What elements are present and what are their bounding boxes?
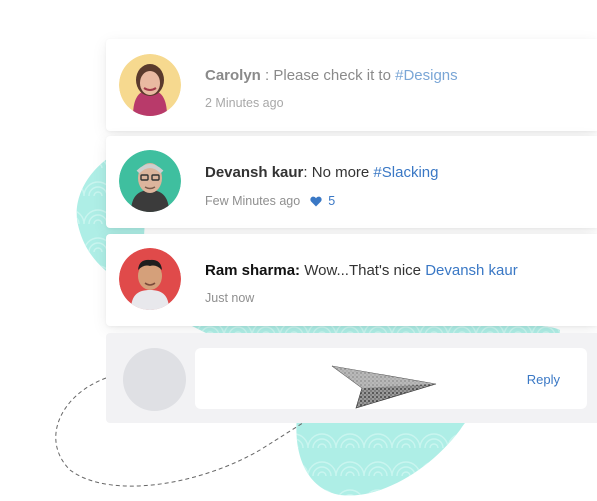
comment-text: Wow...That's nice [304, 262, 426, 279]
comment-timestamp: 2 Minutes ago [205, 96, 284, 110]
comment-card: Carolyn : Please check it to #Designs 2 … [106, 39, 597, 131]
heart-icon [310, 196, 322, 206]
mention-link[interactable]: Devansh kaur [425, 262, 518, 279]
comment-separator: : [303, 164, 312, 181]
hashtag-link[interactable]: #Slacking [373, 164, 438, 181]
comment-timestamp: Just now [205, 291, 255, 305]
reply-input[interactable]: Reply [195, 348, 587, 409]
reply-composer: Reply [106, 333, 597, 423]
comment-card: Ram sharma: Wow...That's nice Devansh ka… [106, 234, 597, 326]
avatar-placeholder [123, 348, 186, 411]
comment-timestamp: Few Minutes ago [205, 194, 301, 208]
comment-text: No more [311, 164, 374, 181]
reply-button[interactable]: Reply [527, 372, 560, 387]
comment-author: Carolyn [205, 67, 261, 84]
hashtag-link[interactable]: #Designs [395, 67, 458, 84]
like-button[interactable]: 5 [310, 194, 335, 208]
like-count: 5 [328, 194, 336, 208]
comment-author: Ram sharma: [205, 262, 301, 279]
comment-text: Please check it to [273, 67, 396, 84]
avatar [119, 54, 181, 116]
comment-author: Devansh kaur [205, 164, 304, 181]
comment-card: Devansh kaur: No more #Slacking Few Minu… [106, 136, 597, 228]
avatar [119, 150, 181, 212]
avatar [119, 248, 181, 310]
comment-separator: : [260, 67, 274, 84]
